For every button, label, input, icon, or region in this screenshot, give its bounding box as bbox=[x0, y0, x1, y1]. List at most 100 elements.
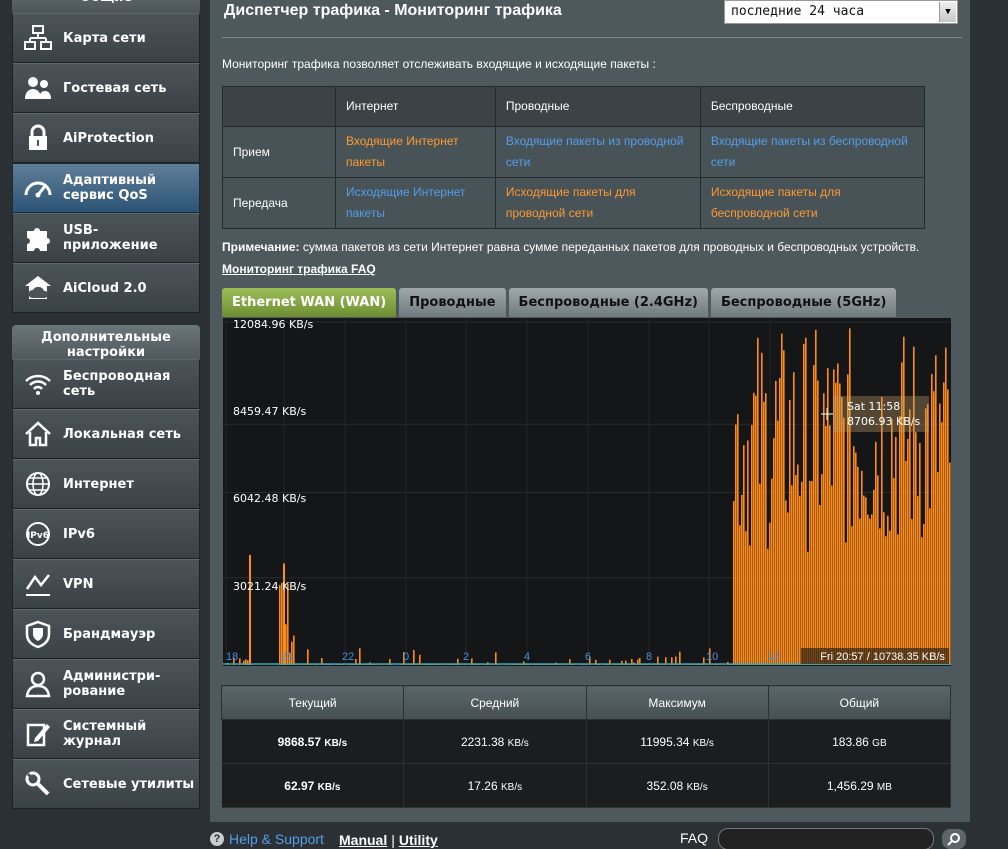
sidebar-item-network-map[interactable]: Карта сети bbox=[12, 13, 200, 63]
traffic-bar-rx bbox=[849, 328, 851, 665]
unit: KB/s bbox=[692, 737, 714, 749]
x-tick-label: 8 bbox=[646, 651, 652, 663]
tab-ethernet-wan[interactable]: Ethernet WAN (WAN) bbox=[222, 288, 397, 317]
traffic-bar-rx bbox=[249, 554, 251, 665]
tab-wireless-5ghz[interactable]: Беспроводные (5GHz) bbox=[710, 288, 897, 317]
traffic-bar-rx bbox=[933, 391, 935, 665]
shield-icon bbox=[13, 610, 63, 658]
wireless-rx-label: Входящие пакеты из беспроводной сети bbox=[699, 126, 926, 178]
faq-search-button[interactable] bbox=[942, 829, 966, 849]
hover-value-label: 8706.93 KB/s bbox=[847, 415, 920, 428]
sidebar-item-guest-network[interactable]: Гостевая сеть bbox=[12, 63, 200, 113]
sidebar-item-log[interactable]: Системный журнал bbox=[12, 709, 200, 759]
unit: KB/s bbox=[317, 781, 341, 793]
traffic-bar-rx bbox=[887, 515, 889, 665]
manual-link[interactable]: Manual bbox=[339, 832, 387, 848]
traffic-bar-rx bbox=[921, 537, 923, 665]
title-divider bbox=[222, 37, 962, 38]
help-support-link[interactable]: ? Help & Support bbox=[210, 831, 324, 847]
traffic-bar-rx bbox=[845, 542, 847, 665]
home-icon bbox=[13, 410, 63, 458]
log-icon bbox=[13, 710, 63, 758]
advanced-nav-group: Беспроводная сеть Локальная сеть Интернет I… bbox=[12, 359, 200, 809]
traffic-monitor-faq-link[interactable]: Мониторинг трафика FAQ bbox=[222, 262, 376, 276]
traffic-bar-rx bbox=[875, 441, 877, 665]
sidebar-item-puzzle[interactable]: USB- приложение bbox=[12, 213, 200, 263]
traffic-bar-rx bbox=[911, 519, 913, 665]
faq-label: FAQ bbox=[680, 830, 709, 846]
tx-maximum: 352.08 KB/s bbox=[586, 763, 769, 808]
sidebar-item-vpn[interactable]: VPN bbox=[12, 559, 200, 609]
traffic-bar-rx bbox=[773, 438, 775, 665]
traffic-bar-rx bbox=[745, 531, 747, 665]
sidebar-item-ipv6[interactable]: IPv6 IPv6 bbox=[12, 509, 200, 559]
traffic-bar-rx bbox=[763, 401, 765, 665]
ipv6-icon: IPv6 bbox=[13, 510, 63, 558]
vpn-icon bbox=[13, 560, 63, 608]
traffic-bar-rx bbox=[841, 397, 843, 665]
traffic-bar-rx bbox=[741, 494, 743, 665]
traffic-chart[interactable]: 12084.96 KB/s 8459.47 KB/s 6042.48 KB/s 302… bbox=[223, 318, 951, 666]
internet-tx-label: Исходящие Интернет пакеты bbox=[335, 177, 496, 229]
sidebar-item-lock[interactable]: AiProtection bbox=[12, 113, 200, 163]
x-tick-label: 18 bbox=[226, 651, 238, 663]
traffic-bar-rx bbox=[793, 372, 795, 665]
traffic-bar-rx bbox=[897, 534, 899, 665]
traffic-bar-rx bbox=[791, 485, 793, 665]
traffic-bar-rx bbox=[949, 462, 951, 665]
note-body: сумма пакетов из сети Интернет равна сум… bbox=[299, 240, 920, 254]
sidebar-item-home[interactable]: Локальная сеть bbox=[12, 409, 200, 459]
traffic-bar-rx bbox=[903, 336, 905, 665]
sidebar-item-label: Администри- рование bbox=[63, 669, 161, 699]
sidebar-item-cloud[interactable]: AiCloud 2.0 bbox=[12, 263, 200, 313]
traffic-bar-rx bbox=[823, 393, 825, 665]
time-range-select[interactable]: последние 24 часа ▼ bbox=[724, 0, 958, 24]
traffic-bar-rx bbox=[747, 440, 749, 665]
traffic-bar-rx bbox=[779, 378, 781, 665]
x-tick-label: 10 bbox=[706, 651, 718, 663]
tx-current: 62.97 KB/s bbox=[221, 763, 405, 808]
note-bold: Примечание: bbox=[222, 240, 300, 254]
sidebar-item-tools[interactable]: Сетевые утилиты bbox=[12, 759, 200, 809]
sidebar-item-label: IPv6 bbox=[63, 526, 95, 542]
traffic-bar-rx bbox=[817, 380, 819, 665]
tools-icon bbox=[13, 760, 63, 808]
sidebar-item-label: Системный журнал bbox=[63, 719, 147, 749]
sidebar-item-label: Сетевые утилиты bbox=[63, 776, 195, 792]
question-icon: ? bbox=[210, 832, 224, 846]
utility-link[interactable]: Utility bbox=[399, 832, 438, 848]
speedometer-icon bbox=[13, 164, 63, 212]
separator: | bbox=[391, 832, 395, 848]
table-corner bbox=[222, 86, 336, 127]
traffic-bar-rx bbox=[679, 651, 681, 665]
traffic-bar-rx bbox=[811, 481, 813, 665]
traffic-bar-rx bbox=[899, 416, 901, 665]
sidebar-item-user[interactable]: Администри- рование bbox=[12, 659, 200, 709]
stats-header-maximum: Максимум bbox=[585, 685, 769, 720]
traffic-bar-rx bbox=[767, 548, 769, 665]
footer: ? Help & Support Manual | Utility FAQ bbox=[210, 827, 1008, 849]
traffic-bar-rx bbox=[843, 417, 845, 665]
sidebar-item-speedometer[interactable]: Адаптивный сервис QoS bbox=[12, 163, 200, 213]
sidebar-item-shield[interactable]: Брандмауэр bbox=[12, 609, 200, 659]
traffic-bar-rx bbox=[943, 382, 945, 665]
traffic-bar-rx bbox=[765, 393, 767, 665]
stats-row-tx: 62.97 KB/s 17.26 KB/s 352.08 KB/s 1,456.… bbox=[221, 763, 952, 808]
traffic-bar-rx bbox=[927, 404, 929, 665]
traffic-bar-rx bbox=[881, 396, 883, 665]
traffic-stats-table: Текущий Средний Максимум Общий 9868.57 K… bbox=[220, 685, 952, 808]
tab-wired[interactable]: Проводные bbox=[399, 288, 506, 317]
sidebar-item-label: Брандмауэр bbox=[63, 626, 156, 642]
column-header: Проводные bbox=[494, 86, 701, 127]
tab-wireless-24ghz[interactable]: Беспроводные (2.4GHz) bbox=[508, 288, 708, 317]
traffic-chart-svg[interactable]: 12084.96 KB/s 8459.47 KB/s 6042.48 KB/s 302… bbox=[223, 318, 951, 666]
traffic-bar-rx bbox=[751, 424, 753, 665]
faq-search-input[interactable] bbox=[718, 828, 934, 849]
dropdown-arrow-icon[interactable]: ▼ bbox=[939, 2, 956, 22]
sidebar-item-globe[interactable]: Интернет bbox=[12, 459, 200, 509]
rx-total-value: 183.86 bbox=[832, 734, 869, 749]
traffic-bar-rx bbox=[761, 352, 763, 665]
unit: KB/s bbox=[324, 737, 348, 749]
traffic-bar-rx bbox=[813, 365, 815, 665]
sidebar-item-wifi[interactable]: Беспроводная сеть bbox=[12, 359, 200, 409]
